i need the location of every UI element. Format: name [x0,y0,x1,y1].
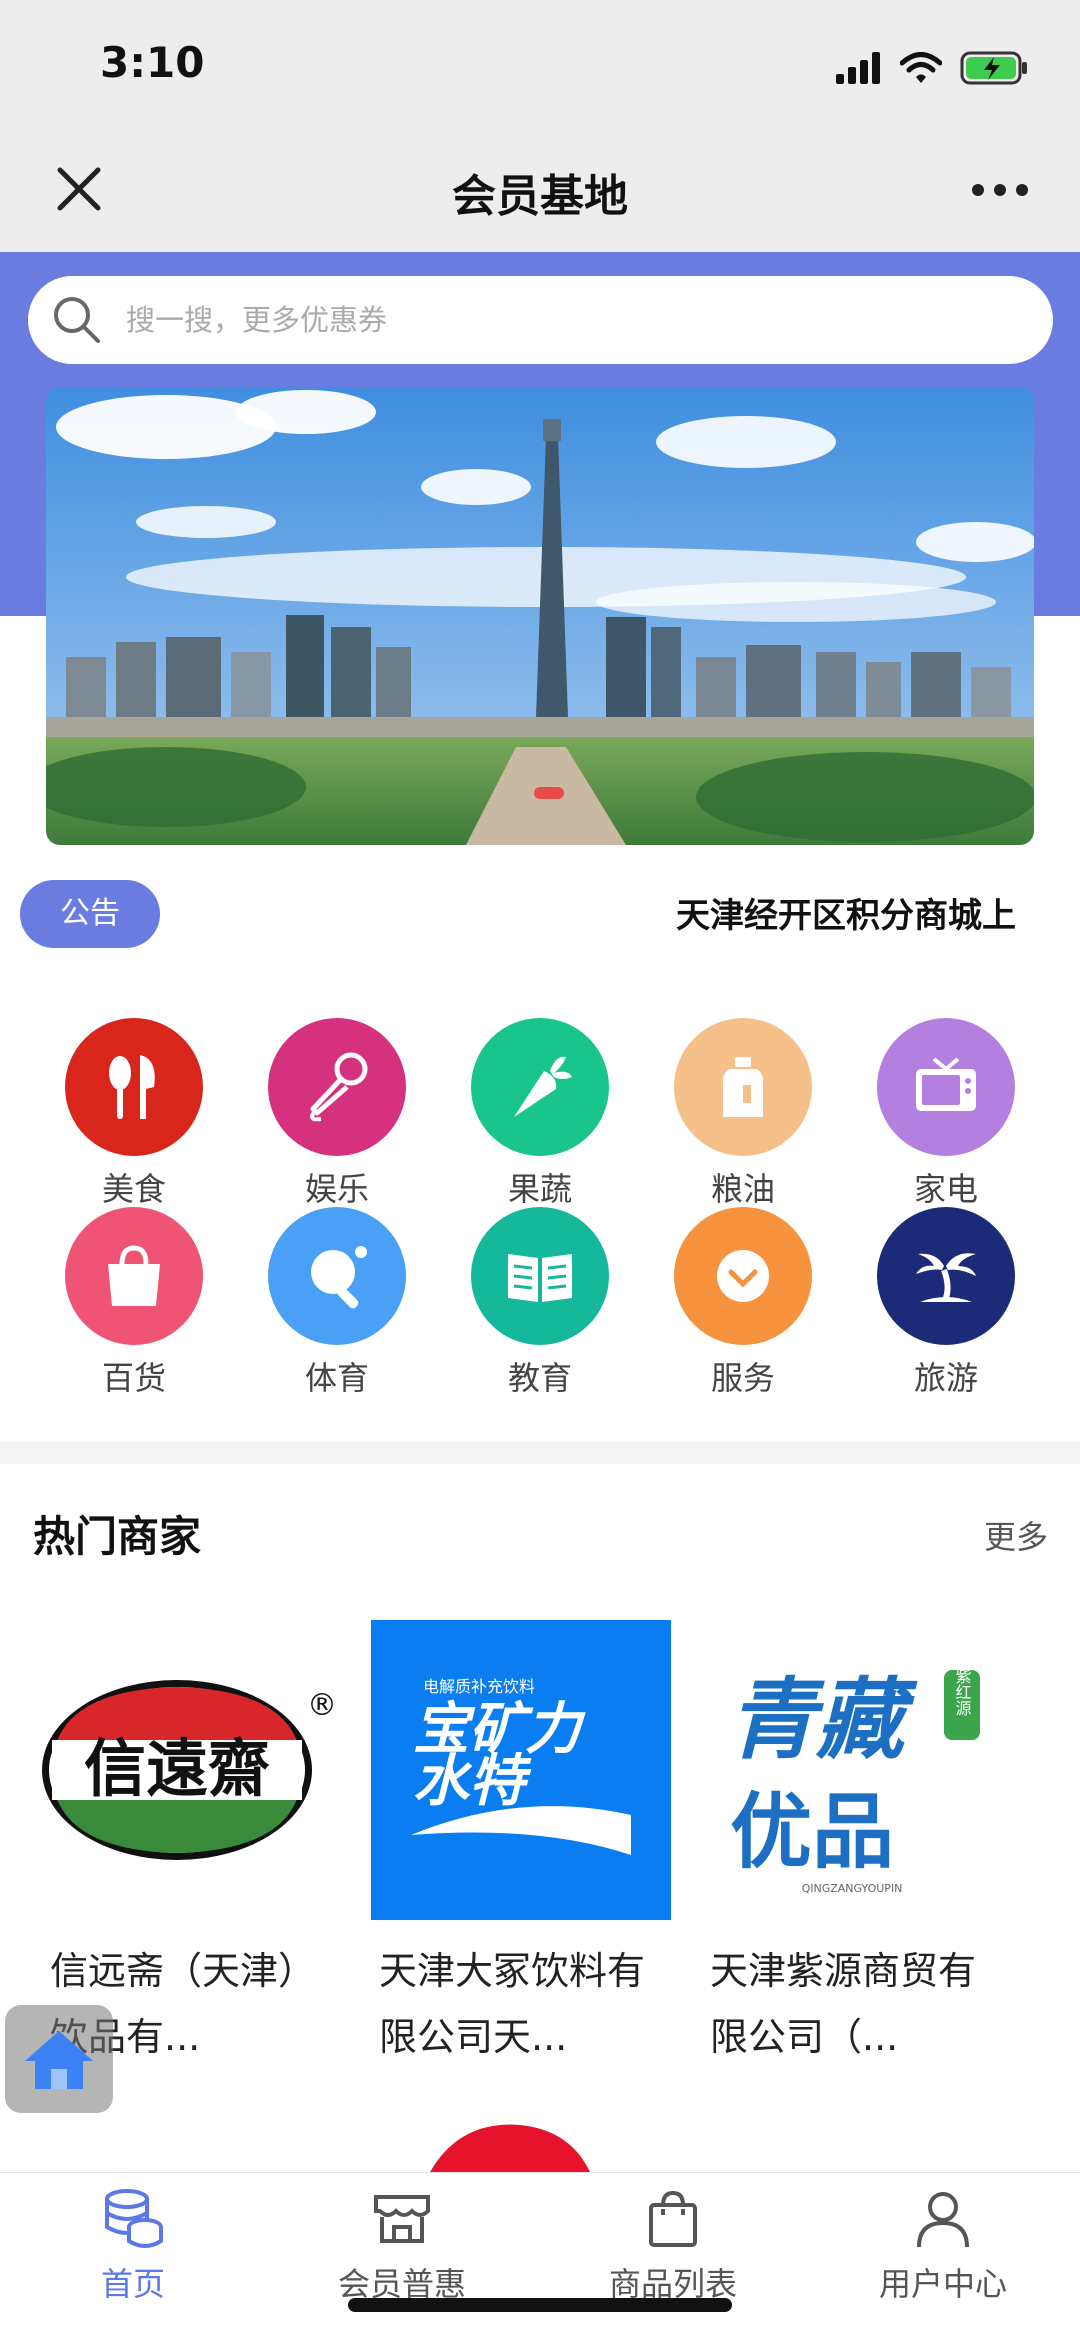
home-database-icon [105,2189,163,2248]
page: 3:10 会员基地 搜一搜，更多优惠券 公告 天津经开区积分商城上 美食 娱乐 … [0,0,1080,2337]
category-label: 娱乐 [304,1170,369,1208]
merchant-card[interactable]: 青藏 优品 紫红源 QINGZANGYOUPIN 天津紫源商贸有限公司（... [702,1620,1002,2070]
search-icon [54,297,100,343]
merchant-name: 天津紫源商贸有限公司（... [710,1949,977,2059]
home-indicator[interactable] [348,2298,732,2312]
status-icons [836,48,1030,88]
tab-member-benefits[interactable]: 会员普惠 [302,2187,502,2305]
merchant-logo: 电解质补充饮料 宝矿力 水特 [371,1620,671,1920]
merchant-logo-text: 青藏 [728,1668,918,1771]
city-skyline-image [46,387,1034,845]
category-label: 粮油 [710,1170,775,1208]
merchant-card[interactable]: 信遠齋 ® 信远斋（天津）饮品有... [42,1620,342,2070]
more-options-button[interactable] [972,180,1032,200]
notice-text[interactable]: 天津经开区积分商城上 [676,888,1016,937]
bag-icon [649,2190,697,2247]
oil-bottle-icon [674,1018,812,1156]
section-title: 热门商家 [33,1512,202,1561]
merchant-logo: 青藏 优品 紫红源 QINGZANGYOUPIN [702,1620,1002,1920]
wifi-icon [900,52,942,83]
dot-icon [972,184,984,196]
battery-charging-icon [960,51,1027,85]
category-label: 美食 [101,1170,166,1208]
search-input[interactable] [124,302,978,338]
user-icon [917,2192,969,2248]
category-general-goods[interactable]: 百货 [49,1207,219,1399]
notice-badge: 公告 [20,880,160,948]
merchant-name: 天津大冢饮料有限公司天... [379,1949,646,2059]
tab-product-list[interactable]: 商品列表 [573,2187,773,2305]
home-icon [25,2031,93,2089]
category-label: 家电 [913,1170,978,1208]
category-grain-oil[interactable]: 粮油 [658,1018,828,1210]
tab-home[interactable]: 首页 [33,2187,233,2305]
palm-tree-icon [877,1207,1015,1345]
category-sports[interactable]: 体育 [252,1207,422,1399]
merchant-logo-text: 信遠齋 [84,1732,270,1805]
category-label: 教育 [507,1359,572,1397]
microphone-icon [268,1018,406,1156]
status-time: 3:10 [100,38,205,87]
category-label: 果蔬 [507,1170,572,1208]
shopping-bag-icon [65,1207,203,1345]
category-travel[interactable]: 旅游 [861,1207,1031,1399]
merchant-logo-text: 优品 [730,1785,894,1880]
merchant-logo-text: 水特 [413,1749,532,1814]
registered-mark: ® [307,1688,337,1723]
tab-label: 用户中心 [878,2265,1007,2303]
tv-icon [877,1018,1015,1156]
floating-home-button[interactable] [5,2005,113,2113]
category-produce[interactable]: 果蔬 [455,1018,625,1210]
signal-icon [836,52,880,84]
dot-icon [1016,184,1028,196]
tab-label: 首页 [100,2265,165,2303]
merchant-logo-caption: QINGZANGYOUPIN [802,1882,903,1895]
category-label: 服务 [710,1359,775,1397]
category-food[interactable]: 美食 [49,1018,219,1210]
merchant-logo-seal: 紫红源 [953,1668,972,1717]
merchant-logo: 信遠齋 ® [42,1620,342,1920]
category-label: 体育 [304,1359,369,1397]
tab-user-center[interactable]: 用户中心 [843,2187,1043,2305]
carrot-icon [471,1018,609,1156]
bottom-tab-bar: 首页 会员普惠 商品列表 用户中心 [0,2172,1080,2337]
page-title: 会员基地 [452,171,628,222]
category-label: 旅游 [913,1359,978,1397]
utensils-icon [65,1018,203,1156]
category-label: 百货 [101,1359,166,1397]
more-link[interactable]: 更多 [984,1512,1048,1558]
category-appliances[interactable]: 家电 [861,1018,1031,1210]
merchant-logo-partial [430,2124,590,2172]
store-icon [374,2195,430,2243]
banner-carousel[interactable] [46,387,1034,845]
section-divider [0,1442,1080,1464]
ping-pong-icon [268,1207,406,1345]
merchant-logo-caption: 电解质补充饮料 [423,1677,535,1696]
category-entertainment[interactable]: 娱乐 [252,1018,422,1210]
heart-hand-icon [674,1207,812,1345]
category-services[interactable]: 服务 [658,1207,828,1399]
carousel-indicator[interactable] [534,787,564,799]
search-bar[interactable] [28,276,1053,364]
merchant-card[interactable]: 电解质补充饮料 宝矿力 水特 天津大冢饮料有限公司天... [371,1620,671,2070]
dot-icon [994,184,1006,196]
top-bar: 3:10 会员基地 [0,0,1080,252]
book-icon [471,1207,609,1345]
category-education[interactable]: 教育 [455,1207,625,1399]
